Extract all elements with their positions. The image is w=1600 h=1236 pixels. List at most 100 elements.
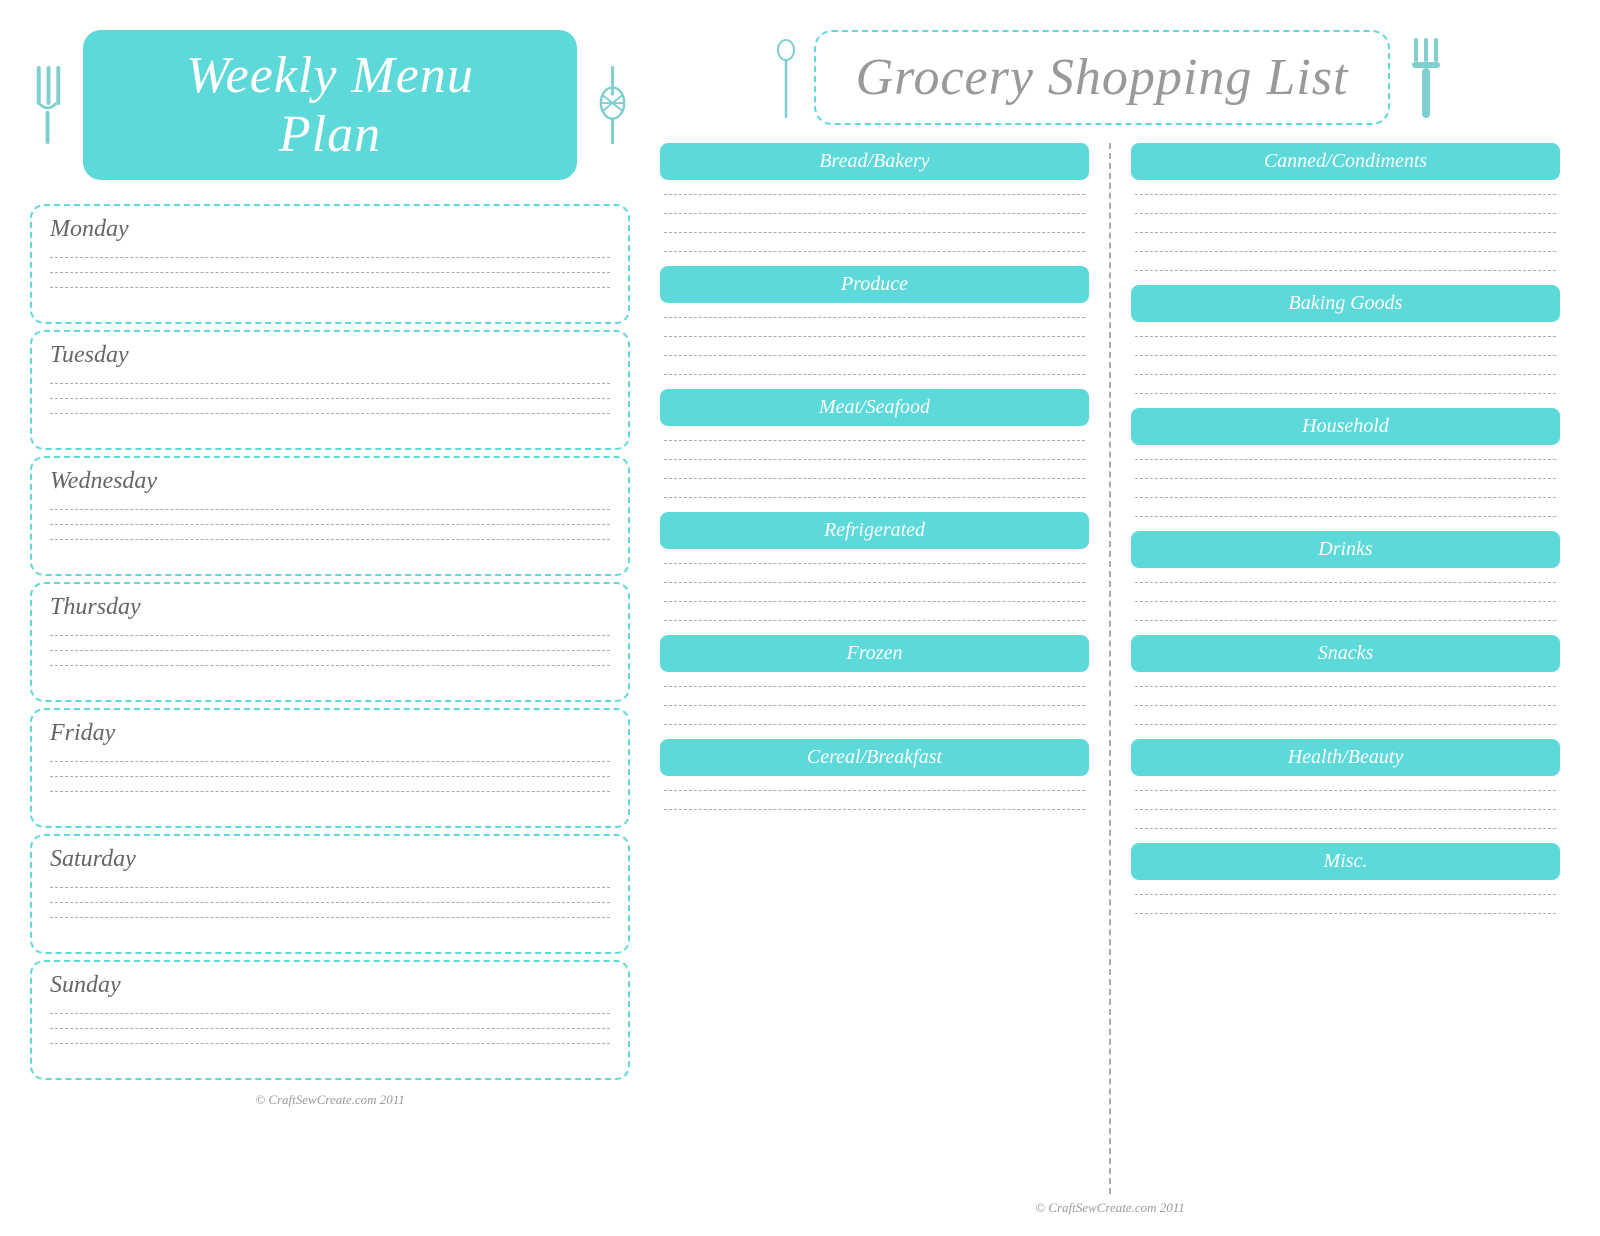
category-line xyxy=(664,251,1085,252)
day-label-wednesday: Wednesday xyxy=(50,468,610,495)
grocery-list-panel: Grocery Shopping List Bread/Bakery Produc… xyxy=(650,20,1570,1216)
grocery-title-box: Grocery Shopping List xyxy=(814,30,1391,125)
category-line xyxy=(1135,809,1556,810)
day-box-tuesday[interactable]: Tuesday xyxy=(30,330,630,450)
day-line xyxy=(50,791,610,792)
day-line xyxy=(50,413,610,414)
category-block-frozen: Frozen xyxy=(660,635,1089,731)
category-line xyxy=(1135,194,1556,195)
category-line xyxy=(1135,724,1556,725)
day-line xyxy=(50,917,610,918)
day-label-monday: Monday xyxy=(50,216,610,243)
page-container: Weekly Menu Plan Monday Tuesday Wednesday T… xyxy=(0,0,1600,1236)
day-box-monday[interactable]: Monday xyxy=(30,204,630,324)
category-block-misc-: Misc. xyxy=(1131,843,1560,920)
category-line xyxy=(1135,213,1556,214)
category-label: Drinks xyxy=(1131,531,1560,568)
category-line xyxy=(664,336,1085,337)
category-block-canned-condiments: Canned/Condiments xyxy=(1131,143,1560,277)
day-line xyxy=(50,635,610,636)
category-line xyxy=(664,317,1085,318)
day-line xyxy=(50,524,610,525)
category-line xyxy=(664,497,1085,498)
category-line xyxy=(1135,355,1556,356)
weekly-menu-panel: Weekly Menu Plan Monday Tuesday Wednesday T… xyxy=(30,20,630,1216)
day-line xyxy=(50,902,610,903)
category-line xyxy=(664,232,1085,233)
whisk-icon xyxy=(595,65,630,145)
day-box-wednesday[interactable]: Wednesday xyxy=(30,456,630,576)
grocery-title: Grocery Shopping List xyxy=(856,49,1349,106)
day-box-saturday[interactable]: Saturday xyxy=(30,834,630,954)
category-line xyxy=(1135,601,1556,602)
category-line xyxy=(1135,232,1556,233)
day-boxes: Monday Tuesday Wednesday Thursday Friday Satu… xyxy=(30,198,630,1086)
category-line xyxy=(1135,828,1556,829)
category-label: Refrigerated xyxy=(660,512,1089,549)
category-label: Produce xyxy=(660,266,1089,303)
category-block-bread-bakery: Bread/Bakery xyxy=(660,143,1089,258)
category-line xyxy=(1135,516,1556,517)
fork-icon-left xyxy=(30,65,65,145)
day-box-thursday[interactable]: Thursday xyxy=(30,582,630,702)
category-label: Misc. xyxy=(1131,843,1560,880)
category-line xyxy=(1135,894,1556,895)
category-line xyxy=(664,686,1085,687)
category-line xyxy=(1135,478,1556,479)
category-line xyxy=(664,563,1085,564)
category-label: Canned/Condiments xyxy=(1131,143,1560,180)
menu-title-box: Weekly Menu Plan xyxy=(83,30,577,180)
category-line xyxy=(1135,620,1556,621)
category-line xyxy=(1135,705,1556,706)
category-label: Frozen xyxy=(660,635,1089,672)
grocery-left-column: Bread/BakeryProduceMeat/SeafoodRefrigera… xyxy=(650,143,1111,1194)
category-block-health-beauty: Health/Beauty xyxy=(1131,739,1560,835)
menu-header: Weekly Menu Plan xyxy=(30,20,630,198)
day-line xyxy=(50,1028,610,1029)
category-line xyxy=(664,620,1085,621)
right-footer: © CraftSewCreate.com 2011 xyxy=(650,1194,1570,1216)
category-line xyxy=(664,459,1085,460)
day-line xyxy=(50,539,610,540)
grocery-header: Grocery Shopping List xyxy=(650,20,1570,143)
category-label: Baking Goods xyxy=(1131,285,1560,322)
category-line xyxy=(664,601,1085,602)
category-block-cereal-breakfast: Cereal/Breakfast xyxy=(660,739,1089,816)
category-line xyxy=(1135,251,1556,252)
category-label: Health/Beauty xyxy=(1131,739,1560,776)
category-line xyxy=(1135,497,1556,498)
day-line xyxy=(50,383,610,384)
category-line xyxy=(1135,686,1556,687)
category-line xyxy=(664,478,1085,479)
category-block-household: Household xyxy=(1131,408,1560,523)
day-label-tuesday: Tuesday xyxy=(50,342,610,369)
category-label: Household xyxy=(1131,408,1560,445)
category-line xyxy=(1135,374,1556,375)
day-line xyxy=(50,1013,610,1014)
category-line xyxy=(664,790,1085,791)
grocery-grid: Bread/BakeryProduceMeat/SeafoodRefrigera… xyxy=(650,143,1570,1194)
day-line xyxy=(50,665,610,666)
day-label-saturday: Saturday xyxy=(50,846,610,873)
category-line xyxy=(1135,336,1556,337)
category-line xyxy=(664,705,1085,706)
category-line xyxy=(1135,582,1556,583)
category-label: Cereal/Breakfast xyxy=(660,739,1089,776)
day-line xyxy=(50,887,610,888)
day-label-sunday: Sunday xyxy=(50,972,610,999)
day-line xyxy=(50,287,610,288)
day-box-friday[interactable]: Friday xyxy=(30,708,630,828)
category-label: Bread/Bakery xyxy=(660,143,1089,180)
category-line xyxy=(1135,790,1556,791)
category-line xyxy=(1135,459,1556,460)
category-line xyxy=(664,809,1085,810)
day-box-sunday[interactable]: Sunday xyxy=(30,960,630,1080)
grocery-right-column: Canned/Condiments Baking Goods Household Dr… xyxy=(1111,143,1570,1194)
day-line xyxy=(50,650,610,651)
day-line xyxy=(50,257,610,258)
category-block-produce: Produce xyxy=(660,266,1089,381)
category-line xyxy=(664,374,1085,375)
day-label-friday: Friday xyxy=(50,720,610,747)
day-line xyxy=(50,509,610,510)
category-line xyxy=(664,213,1085,214)
